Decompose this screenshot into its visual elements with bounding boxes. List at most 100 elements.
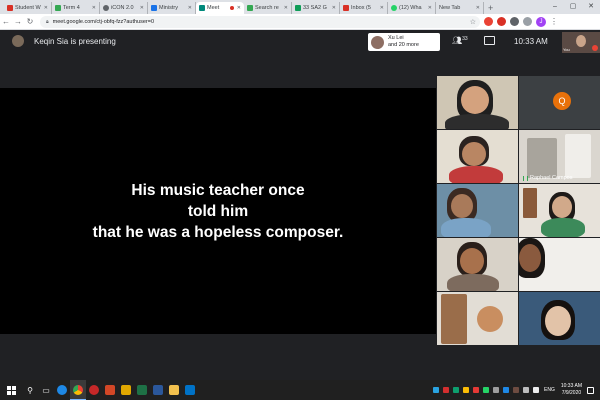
participant-more: and 20 more (388, 42, 419, 48)
tray-icon[interactable] (463, 387, 470, 393)
chrome-icon[interactable] (70, 380, 86, 400)
tray-icon[interactable] (433, 387, 440, 393)
menu-kebab-icon[interactable]: ⋮ (550, 17, 558, 26)
app-icon[interactable] (86, 380, 102, 400)
extension-icon[interactable] (510, 17, 519, 26)
chat-icon[interactable] (484, 36, 495, 45)
browser-tab[interactable]: New Tab ✕ (436, 2, 484, 14)
participant-tile[interactable] (437, 76, 518, 129)
participant-tile[interactable] (437, 292, 518, 345)
tab-favicon-icon (151, 5, 157, 11)
caption-line: His music teacher once (131, 181, 305, 199)
bookmark-star-icon[interactable]: ☆ (470, 18, 476, 26)
participant-name: Xu Lei (388, 35, 404, 41)
start-button[interactable] (0, 380, 22, 400)
participant-tile[interactable]: Q (519, 76, 600, 129)
meet-window: Keqin Sia is presenting Xu Lei and 20 mo… (0, 31, 600, 380)
file-explorer-icon[interactable] (118, 380, 134, 400)
tray-icon[interactable] (503, 387, 510, 393)
powerpoint-icon[interactable] (102, 380, 118, 400)
tab-close-icon[interactable]: ✕ (92, 5, 96, 11)
extension-icon[interactable] (484, 17, 493, 26)
caption-line: told him (187, 202, 249, 220)
volume-icon[interactable] (533, 387, 540, 393)
self-view-thumbnail[interactable]: You (562, 32, 600, 53)
windows-logo-icon (6, 385, 16, 395)
browser-tab-active[interactable]: Meet ✕ (196, 2, 244, 14)
tab-favicon-icon (55, 5, 61, 11)
presentation-screen: His music teacher once told him that he … (0, 88, 436, 334)
system-tray: ENG 10:33 AM 7/9/2020 (429, 380, 594, 400)
tab-close-icon[interactable]: ✕ (237, 5, 241, 11)
participant-tile[interactable] (519, 238, 600, 291)
forward-icon[interactable]: → (12, 17, 24, 26)
browser-tab[interactable]: Ministry ✕ (148, 2, 196, 14)
maximize-icon[interactable]: ▢ (564, 0, 582, 12)
language-indicator[interactable]: ENG (544, 387, 555, 393)
participant-grid: Q Raphael Campos (437, 76, 600, 346)
new-tab-button[interactable]: + (484, 2, 497, 14)
caption-line: that he was a hopeless composer. (92, 223, 344, 241)
clock-date: 7/9/2020 (561, 390, 582, 396)
browser-tab[interactable]: Search re ✕ (244, 2, 292, 14)
edge-icon[interactable] (54, 380, 70, 400)
address-bar[interactable]: 🔒︎ meet.google.com/ctj-obfq-fzz?authuser… (40, 15, 480, 28)
participant-tile[interactable] (519, 184, 600, 237)
tab-close-icon[interactable]: ✕ (44, 5, 48, 11)
tab-close-icon[interactable]: ✕ (140, 5, 144, 11)
back-icon[interactable]: ← (0, 17, 12, 26)
tray-icon[interactable] (493, 387, 500, 393)
word-icon[interactable] (150, 380, 166, 400)
presentation-caption: His music teacher once told him that he … (93, 180, 344, 243)
browser-tab[interactable]: (12) Wha ✕ (388, 2, 436, 14)
outlook-icon[interactable] (182, 380, 198, 400)
address-bar-url: meet.google.com/ctj-obfq-fzz?authuser=0 (52, 18, 155, 25)
speaking-indicator-icon (523, 175, 528, 181)
minimize-icon[interactable]: – (546, 0, 564, 12)
windows-taskbar: ⚲ ▭ ENG 10:33 AM 7/9/2020 (0, 380, 600, 400)
tray-icon[interactable] (523, 387, 530, 393)
tray-icon[interactable] (473, 387, 480, 393)
tab-close-icon[interactable]: ✕ (476, 5, 480, 11)
participant-tile[interactable]: Raphael Campos (519, 130, 600, 183)
excel-icon[interactable] (134, 380, 150, 400)
lock-icon: 🔒︎ (46, 18, 49, 25)
browser-tab[interactable]: Inbox (5 ✕ (340, 2, 388, 14)
search-icon[interactable]: ⚲ (22, 380, 38, 400)
presenter-avatar (12, 35, 24, 47)
browser-tab[interactable]: iCON 2.0 ✕ (100, 2, 148, 14)
taskbar-clock[interactable]: 10:33 AM 7/9/2020 (561, 383, 582, 397)
participant-avatar: Q (553, 92, 571, 110)
participant-tile[interactable] (437, 130, 518, 183)
tab-close-icon[interactable]: ✕ (284, 5, 288, 11)
participant-tile[interactable] (437, 184, 518, 237)
browser-tab[interactable]: Student W ✕ (4, 2, 52, 14)
avatar (371, 35, 384, 49)
profile-avatar[interactable]: J (536, 16, 546, 27)
tray-icon[interactable] (453, 387, 460, 393)
extension-icon[interactable] (523, 17, 532, 26)
participants-chip[interactable]: Xu Lei and 20 more (368, 33, 440, 51)
presenter-label: Keqin Sia is presenting (34, 37, 116, 46)
participant-tile[interactable] (437, 238, 518, 291)
tab-close-icon[interactable]: ✕ (428, 5, 432, 11)
tray-icon[interactable] (483, 387, 490, 393)
tab-close-icon[interactable]: ✕ (332, 5, 336, 11)
task-view-icon[interactable]: ▭ (38, 380, 54, 400)
folder-icon[interactable] (166, 380, 182, 400)
reload-icon[interactable]: ↻ (24, 17, 36, 26)
tray-icon[interactable] (513, 387, 520, 393)
meet-top-bar: Keqin Sia is presenting Xu Lei and 20 mo… (0, 31, 600, 53)
tab-favicon-icon (7, 5, 13, 11)
browser-tab[interactable]: Term 4 ✕ (52, 2, 100, 14)
participant-tile[interactable] (519, 292, 600, 345)
browser-tab[interactable]: 33 SA2 G ✕ (292, 2, 340, 14)
tab-close-icon[interactable]: ✕ (188, 5, 192, 11)
tab-favicon-icon (103, 5, 109, 11)
people-icon[interactable]: 👥︎33 (452, 36, 468, 45)
tray-icon[interactable] (443, 387, 450, 393)
close-window-icon[interactable]: ✕ (582, 0, 600, 12)
extension-icon[interactable] (497, 17, 506, 26)
tab-close-icon[interactable]: ✕ (380, 5, 384, 11)
notification-icon[interactable] (587, 386, 594, 394)
